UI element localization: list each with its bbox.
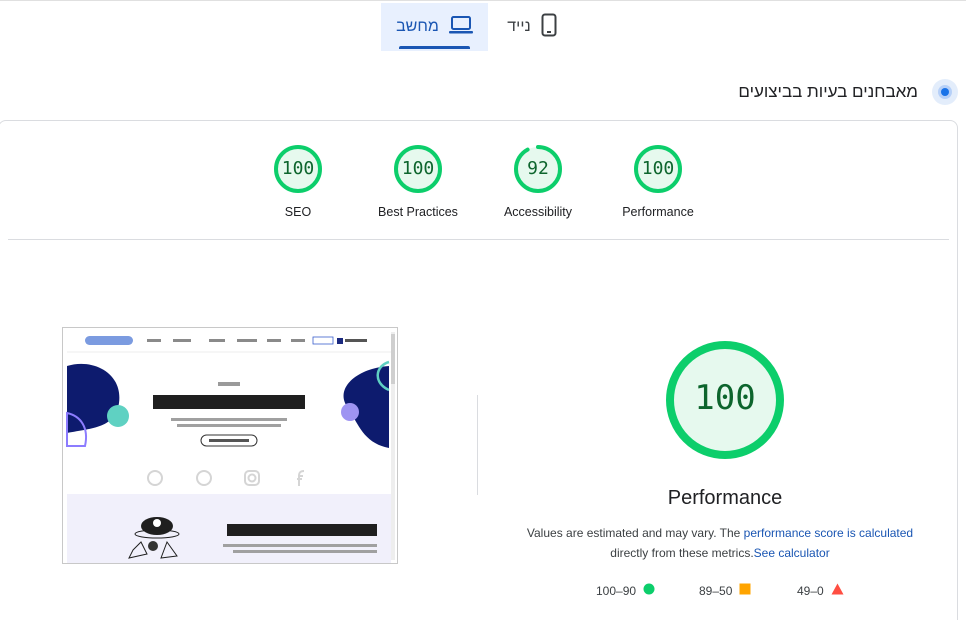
category-gauges: 100 SEO 100 Best Practices 92 Accessibil… (0, 144, 966, 224)
device-tabs: מחשב נייד (0, 0, 966, 52)
gauge-label: Accessibility (503, 205, 573, 219)
legend-range: 49–0 (797, 583, 824, 598)
note-text-before: Values are estimated and may vary. The (526, 526, 744, 540)
gauge-performance[interactable]: 100 Performance (598, 144, 718, 219)
legend-fail: 49–0 (797, 583, 844, 598)
gauge-label: SEO (284, 205, 312, 219)
square-icon (739, 583, 751, 598)
laptop-icon (448, 15, 473, 40)
gauge-score: 100 (641, 158, 675, 179)
legend-average: 89–50 (699, 583, 751, 598)
performance-score: 100 (694, 378, 756, 418)
vertical-divider (477, 395, 478, 495)
tab-desktop[interactable]: מחשב (381, 3, 488, 51)
performance-gauge-large: 100 (665, 340, 785, 460)
performance-label: Performance (667, 487, 783, 509)
page-title: מאבחנים בעיות בביצועים (738, 82, 918, 101)
see-calculator-link[interactable]: See calculator (754, 546, 830, 560)
thumbnail-image (63, 328, 397, 563)
gauge-score: 92 (527, 158, 549, 179)
gauge-best-practices[interactable]: 100 Best Practices (358, 144, 478, 219)
score-note: Values are estimated and may vary. The p… (510, 523, 930, 563)
gauge-score: 100 (401, 158, 435, 179)
gauge-seo[interactable]: 100 SEO (238, 144, 358, 219)
legend-pass: 100–90 (596, 583, 655, 598)
circle-icon (643, 583, 655, 598)
section-divider (8, 239, 949, 240)
score-calculation-link[interactable]: performance score is calculated (744, 526, 913, 540)
active-tab-indicator (399, 46, 470, 49)
performance-diagnostic-icon (932, 79, 958, 105)
score-legend: 100–90 89–50 49–0 (590, 583, 850, 599)
gauge-accessibility[interactable]: 92 Accessibility (478, 144, 598, 219)
triangle-icon (831, 583, 844, 598)
legend-range: 100–90 (596, 583, 637, 598)
legend-range: 89–50 (699, 583, 733, 598)
tab-mobile[interactable]: נייד (500, 3, 564, 51)
tab-desktop-label: מחשב (396, 18, 439, 35)
gauge-score: 100 (281, 158, 315, 179)
tab-mobile-label: נייד (507, 18, 531, 35)
note-text-middle: directly from these metrics. (610, 546, 754, 560)
phone-icon (541, 13, 557, 42)
gauge-label: Best Practices (378, 205, 458, 219)
page-screenshot-thumbnail[interactable] (62, 327, 398, 564)
gauge-label: Performance (622, 205, 694, 219)
